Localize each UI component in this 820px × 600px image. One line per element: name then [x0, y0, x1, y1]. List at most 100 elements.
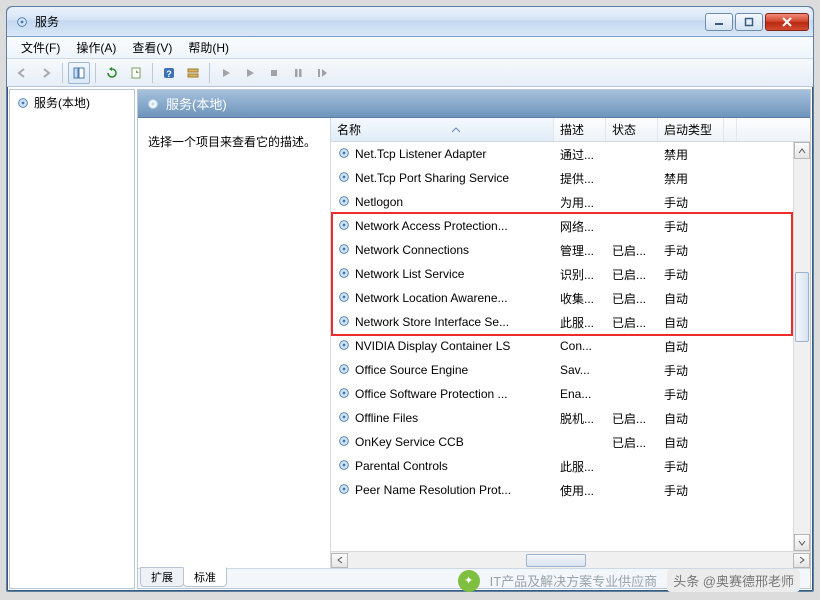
cell-desc: 此服...	[554, 314, 606, 331]
pane-body: 选择一个项目来查看它的描述。 名称 描述 状态 启动类型 Net.Tcp Lis…	[138, 118, 810, 568]
service-name: Netlogon	[355, 195, 403, 209]
h-scrollbar[interactable]	[331, 551, 810, 568]
pane-title: 服务(本地)	[166, 94, 227, 113]
table-row[interactable]: Net.Tcp Listener Adapter 通过... 禁用	[331, 142, 810, 166]
pause-button[interactable]	[287, 62, 309, 84]
cell-desc: 使用...	[554, 482, 606, 499]
description-panel: 选择一个项目来查看它的描述。	[138, 118, 330, 568]
gear-icon	[146, 97, 160, 111]
col-desc[interactable]: 描述	[554, 118, 606, 141]
cell-desc: 为用...	[554, 194, 606, 211]
cell-status: 已启...	[606, 242, 658, 259]
cell-name: Netlogon	[331, 194, 554, 211]
cell-desc: 识别...	[554, 266, 606, 283]
table-row[interactable]: NVIDIA Display Container LSCon...自动	[331, 334, 810, 358]
cell-name: NVIDIA Display Container LS	[331, 338, 554, 355]
stop-button[interactable]	[263, 62, 285, 84]
col-status[interactable]: 状态	[606, 118, 658, 141]
col-name[interactable]: 名称	[331, 118, 554, 141]
table-row[interactable]: Network Store Interface Se...此服...已启...自…	[331, 310, 810, 334]
scroll-right-button[interactable]	[793, 553, 810, 568]
properties-button[interactable]	[182, 62, 204, 84]
menu-action[interactable]: 操作(A)	[68, 37, 124, 58]
v-scroll-track[interactable]	[794, 159, 810, 534]
cell-name: Network Connections	[331, 242, 554, 259]
service-name: Office Software Protection ...	[355, 387, 508, 401]
service-name: Net.Tcp Listener Adapter	[355, 147, 486, 161]
gear-icon	[337, 194, 351, 211]
cell-startup: 手动	[658, 242, 724, 259]
table-row[interactable]: Network List Service识别...已启...手动	[331, 262, 810, 286]
cell-startup: 手动	[658, 194, 724, 211]
v-scroll-thumb[interactable]	[795, 272, 809, 342]
table-row[interactable]: Network Location Awarene...收集...已启...自动	[331, 286, 810, 310]
tab-standard[interactable]: 标准	[183, 567, 227, 587]
table-row[interactable]: Network Access Protection...网络...手动	[331, 214, 810, 238]
separator	[95, 63, 96, 83]
h-scroll-track[interactable]	[348, 553, 793, 568]
cell-name: Peer Name Resolution Prot...	[331, 482, 554, 499]
table-row[interactable]: Netlogon 为用... 手动	[331, 190, 810, 214]
column-headers: 名称 描述 状态 启动类型	[331, 118, 810, 142]
table-row[interactable]: Office Source EngineSav...手动	[331, 358, 810, 382]
tree-node-local[interactable]: 服务(本地)	[10, 90, 134, 115]
scroll-up-button[interactable]	[794, 142, 810, 159]
gear-icon	[337, 362, 351, 379]
play-button[interactable]	[239, 62, 261, 84]
cell-desc: 通过...	[554, 146, 606, 163]
service-name: Office Source Engine	[355, 363, 468, 377]
table-row[interactable]: Offline Files脱机...已启...自动	[331, 406, 810, 430]
cell-desc: 此服...	[554, 458, 606, 475]
cell-status: 已启...	[606, 434, 658, 451]
table-row[interactable]: Peer Name Resolution Prot...使用...手动	[331, 478, 810, 502]
table-row[interactable]: OnKey Service CCB已启...自动	[331, 430, 810, 454]
gear-icon	[337, 242, 351, 259]
gear-icon	[337, 170, 351, 187]
cell-name: Network Location Awarene...	[331, 290, 554, 307]
table-row[interactable]: Net.Tcp Port Sharing Service提供...禁用	[331, 166, 810, 190]
table-row[interactable]: Office Software Protection ...Ena...手动	[331, 382, 810, 406]
titlebar[interactable]: 服务	[7, 7, 813, 37]
cell-startup: 自动	[658, 314, 724, 331]
start-button[interactable]	[215, 62, 237, 84]
gear-icon	[337, 218, 351, 235]
menu-help[interactable]: 帮助(H)	[180, 37, 237, 58]
v-scrollbar[interactable]	[793, 142, 810, 551]
rows-container: Net.Tcp Listener Adapter通过...禁用Net.Tcp P…	[331, 142, 810, 551]
service-name: NVIDIA Display Container LS	[355, 339, 510, 353]
export-button[interactable]	[125, 62, 147, 84]
help-button[interactable]: ?	[158, 62, 180, 84]
service-name: Network List Service	[355, 267, 464, 281]
cell-startup: 禁用	[658, 170, 724, 187]
forward-button[interactable]	[35, 62, 57, 84]
refresh-button[interactable]	[101, 62, 123, 84]
cell-name: Net.Tcp Listener Adapter	[331, 146, 554, 163]
gear-icon	[337, 146, 351, 163]
cell-startup: 禁用	[658, 146, 724, 163]
separator	[62, 63, 63, 83]
menu-file[interactable]: 文件(F)	[13, 37, 68, 58]
show-tree-button[interactable]	[68, 62, 90, 84]
minimize-button[interactable]	[705, 13, 733, 31]
tabstrip: 扩展 标准	[138, 568, 810, 588]
maximize-button[interactable]	[735, 13, 763, 31]
table-row[interactable]: Parental Controls此服...手动	[331, 454, 810, 478]
col-startup[interactable]: 启动类型	[658, 118, 724, 141]
cell-startup: 手动	[658, 266, 724, 283]
close-button[interactable]	[765, 13, 809, 31]
h-scroll-thumb[interactable]	[526, 554, 586, 567]
back-button[interactable]	[11, 62, 33, 84]
menu-view[interactable]: 查看(V)	[124, 37, 180, 58]
cell-name: Network List Service	[331, 266, 554, 283]
restart-button[interactable]	[311, 62, 333, 84]
cell-name: OnKey Service CCB	[331, 434, 554, 451]
cell-desc: 脱机...	[554, 410, 606, 427]
tree-pane[interactable]: 服务(本地)	[9, 89, 135, 589]
scroll-down-button[interactable]	[794, 534, 810, 551]
cell-desc: 网络...	[554, 218, 606, 235]
table-row[interactable]: Network Connections管理...已启...手动	[331, 238, 810, 262]
separator	[209, 63, 210, 83]
tab-extended[interactable]: 扩展	[140, 567, 184, 587]
scroll-left-button[interactable]	[331, 553, 348, 568]
content-pane: 服务(本地) 选择一个项目来查看它的描述。 名称 描述 状态 启动类型	[137, 89, 811, 589]
